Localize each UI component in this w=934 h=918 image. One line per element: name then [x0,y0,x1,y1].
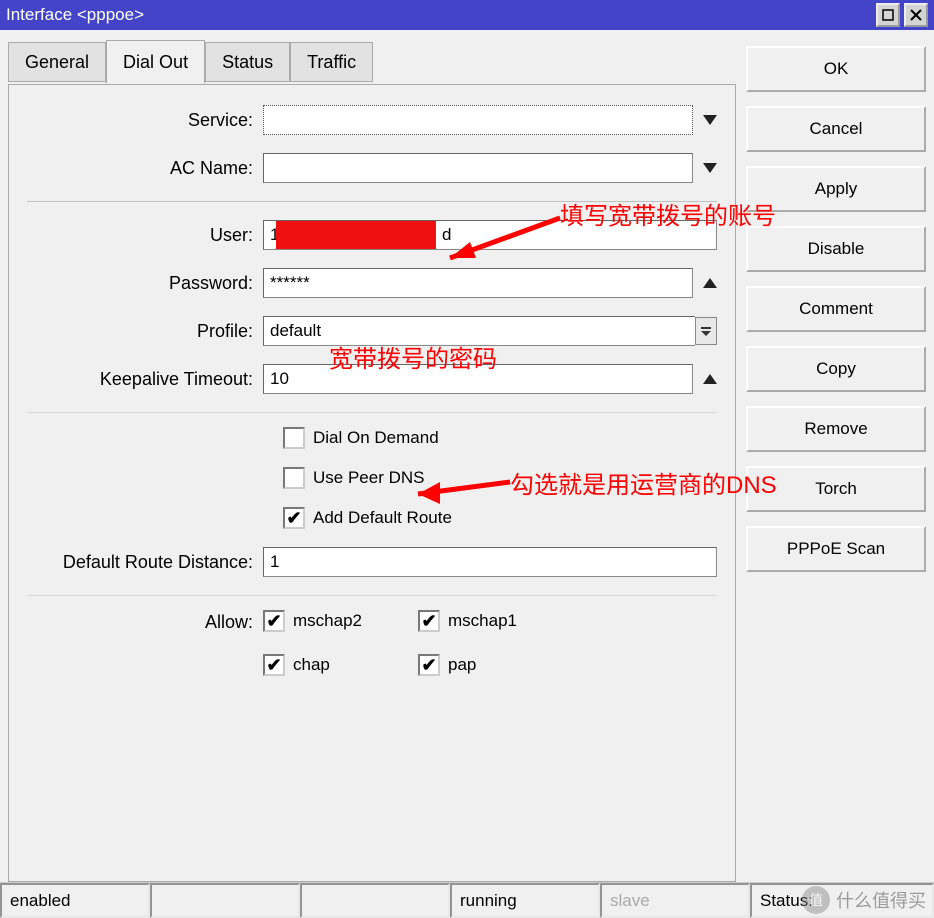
status-enabled: enabled [0,883,150,918]
chap-checkbox[interactable]: ✔ [263,654,285,676]
statusbar: enabled running slave Status: 值 什么值得买 [0,882,934,918]
add-default-route-label: Add Default Route [313,508,452,528]
status-last: Status: 值 什么值得买 [750,883,934,918]
pap-checkbox[interactable]: ✔ [418,654,440,676]
ok-button[interactable]: OK [746,46,926,92]
profile-label: Profile: [27,321,263,342]
service-expand-icon[interactable] [703,115,717,125]
interface-window: Interface <pppoe> General Dial Out Statu… [0,0,934,918]
mschap1-label: mschap1 [448,611,517,631]
right-pane: OK Cancel Apply Disable Comment Copy Rem… [746,40,926,882]
left-pane: General Dial Out Status Traffic Service:… [8,40,736,882]
allow-label: Allow: [27,610,263,633]
password-input[interactable] [263,268,693,298]
titlebar: Interface <pppoe> [0,0,934,30]
use-peer-dns-checkbox[interactable] [283,467,305,489]
tab-status[interactable]: Status [205,42,290,82]
user-value-suffix: d [442,225,451,245]
add-default-route-checkbox[interactable]: ✔ [283,507,305,529]
status-running: running [450,883,600,918]
acname-expand-icon[interactable] [703,163,717,173]
pppoe-scan-button[interactable]: PPPoE Scan [746,526,926,572]
window-title: Interface <pppoe> [6,5,872,25]
tab-general[interactable]: General [8,42,106,82]
password-collapse-icon[interactable] [703,278,717,288]
tab-traffic[interactable]: Traffic [290,42,373,82]
mschap2-checkbox[interactable]: ✔ [263,610,285,632]
close-icon [910,9,922,21]
body-area: General Dial Out Status Traffic Service:… [0,30,934,882]
acname-input[interactable] [263,153,693,183]
copy-button[interactable]: Copy [746,346,926,392]
pap-label: pap [448,655,476,675]
user-label: User: [27,225,263,246]
status-slave: slave [600,883,750,918]
user-redaction [276,221,436,249]
tabs: General Dial Out Status Traffic [8,40,736,84]
acname-label: AC Name: [27,158,263,179]
minimize-icon [882,9,894,21]
dial-on-demand-checkbox[interactable] [283,427,305,449]
close-button[interactable] [904,3,928,27]
apply-button[interactable]: Apply [746,166,926,212]
minimize-button[interactable] [876,3,900,27]
password-label: Password: [27,273,263,294]
mschap1-checkbox[interactable]: ✔ [418,610,440,632]
comment-button[interactable]: Comment [746,286,926,332]
status-cell-3 [300,883,450,918]
user-input[interactable]: 1 d [263,220,717,250]
dial-on-demand-label: Dial On Demand [313,428,439,448]
profile-input[interactable] [263,316,695,346]
watermark-icon: 值 [802,886,830,914]
status-cell-2 [150,883,300,918]
default-route-distance-label: Default Route Distance: [27,552,263,573]
keepalive-input[interactable] [263,364,693,394]
profile-dropdown-button[interactable] [695,317,717,345]
watermark-text: 什么值得买 [836,887,926,913]
default-route-distance-input[interactable] [263,547,717,577]
chap-label: chap [293,655,330,675]
remove-button[interactable]: Remove [746,406,926,452]
watermark: 值 什么值得买 [802,886,926,914]
tab-dial-out[interactable]: Dial Out [106,40,205,84]
keepalive-label: Keepalive Timeout: [27,369,263,390]
mschap2-label: mschap2 [293,611,362,631]
tab-content: Service: AC Name: Use [8,84,736,882]
cancel-button[interactable]: Cancel [746,106,926,152]
service-label: Service: [27,110,263,131]
use-peer-dns-label: Use Peer DNS [313,468,424,488]
keepalive-collapse-icon[interactable] [703,374,717,384]
torch-button[interactable]: Torch [746,466,926,512]
service-input[interactable] [263,105,693,135]
disable-button[interactable]: Disable [746,226,926,272]
